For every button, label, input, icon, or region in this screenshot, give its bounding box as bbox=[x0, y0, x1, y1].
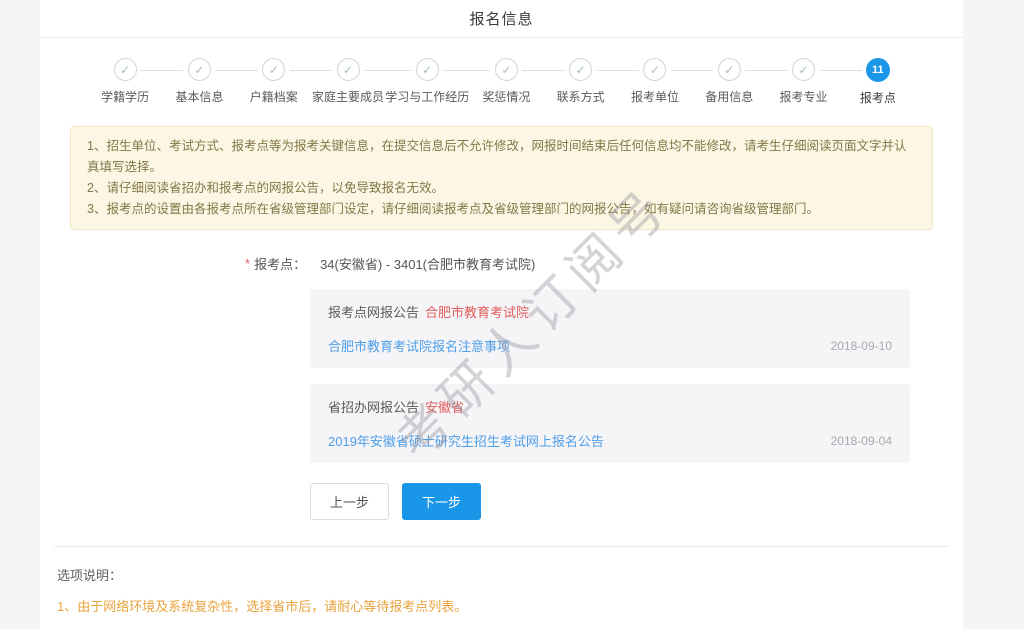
announcement-header: 报考点网报公告 合肥市教育考试院 bbox=[328, 302, 892, 321]
announcement-date: 2018-09-04 bbox=[830, 433, 892, 448]
wizard-stepper: ✓ 学籍学历 ✓ 基本信息 ✓ 户籍档案 ✓ 家庭主要成员 ✓ 学习与工作经历 … bbox=[40, 38, 963, 106]
check-icon: ✓ bbox=[643, 58, 667, 81]
step-student-status[interactable]: ✓ 学籍学历 bbox=[88, 58, 163, 106]
announcement-title: 省招办网报公告 bbox=[328, 400, 420, 415]
required-asterisk: * bbox=[245, 256, 251, 271]
notice-line: 3、报考点的设置由各报考点所在省级管理部门设定，请仔细阅读报考点及省级管理部门的… bbox=[87, 202, 819, 216]
step-basic-info[interactable]: ✓ 基本信息 bbox=[162, 58, 237, 106]
left-gutter bbox=[0, 0, 40, 629]
check-icon: ✓ bbox=[113, 58, 137, 81]
step-rewards[interactable]: ✓ 奖惩情况 bbox=[469, 58, 544, 106]
check-icon: ✓ bbox=[336, 58, 360, 81]
step-label: 报考单位 bbox=[630, 90, 679, 104]
announcement-title: 报考点网报公告 bbox=[328, 305, 420, 320]
step-label: 报考专业 bbox=[779, 90, 828, 104]
announcement-link[interactable]: 合肥市教育考试院报名注意事项 bbox=[328, 336, 510, 355]
step-family-members[interactable]: ✓ 家庭主要成员 bbox=[310, 58, 386, 106]
check-icon: ✓ bbox=[262, 58, 286, 81]
step-label: 家庭主要成员 bbox=[312, 90, 385, 104]
step-target-major[interactable]: ✓ 报考专业 bbox=[766, 58, 841, 106]
step-label: 基本信息 bbox=[175, 90, 224, 104]
step-household[interactable]: ✓ 户籍档案 bbox=[236, 58, 312, 106]
check-icon: ✓ bbox=[494, 58, 518, 81]
exam-site-announcement-card: 报考点网报公告 合肥市教育考试院 合肥市教育考试院报名注意事项 2018-09-1… bbox=[310, 289, 910, 368]
options-item: 1、由于网络环境及系统复杂性，选择省市后，请耐心等待报考点列表。 bbox=[57, 599, 468, 614]
exam-site-value: 34(安徽省) - 3401(合肥市教育考试院) bbox=[320, 257, 536, 272]
wizard-buttons: 上一步 下一步 bbox=[310, 483, 963, 520]
check-icon: ✓ bbox=[415, 58, 439, 81]
step-contact[interactable]: ✓ 联系方式 bbox=[543, 58, 619, 106]
step-label: 联系方式 bbox=[556, 90, 605, 104]
page-header: 报名信息 bbox=[40, 0, 963, 38]
check-icon: ✓ bbox=[187, 58, 211, 81]
step-label: 户籍档案 bbox=[249, 90, 298, 104]
options-explanation: 选项说明： 1、由于网络环境及系统复杂性，选择省市后，请耐心等待报考点列表。 2… bbox=[40, 547, 963, 629]
notice-line: 2、请仔细阅读省招办和报考点的网报公告，以免导致报名无效。 bbox=[87, 181, 444, 195]
step-label: 报考点 bbox=[859, 91, 896, 105]
step-label: 学习与工作经历 bbox=[385, 90, 470, 104]
previous-step-button[interactable]: 上一步 bbox=[310, 483, 390, 520]
notice-box: 1、招生单位、考试方式、报考点等为报考关键信息，在提交信息后不允许修改，网报时间… bbox=[70, 126, 933, 230]
step-number-badge: 11 bbox=[865, 58, 890, 82]
right-gutter bbox=[963, 0, 1024, 629]
step-label: 奖惩情况 bbox=[482, 90, 531, 104]
provincial-announcement-card: 省招办网报公告 安徽省 2019年安徽省硕士研究生招生考试网上报名公告 2018-… bbox=[310, 384, 910, 463]
step-backup-info[interactable]: ✓ 备用信息 bbox=[692, 58, 767, 106]
step-study-work[interactable]: ✓ 学习与工作经历 bbox=[385, 58, 470, 106]
step-exam-site-active[interactable]: 11 报考点 bbox=[840, 58, 915, 106]
step-label: 备用信息 bbox=[705, 90, 754, 104]
step-label: 学籍学历 bbox=[101, 90, 150, 104]
exam-site-label: 报考点： bbox=[254, 257, 307, 272]
notice-line: 1、招生单位、考试方式、报考点等为报考关键信息，在提交信息后不允许修改，网报时间… bbox=[87, 139, 907, 174]
check-icon: ✓ bbox=[569, 58, 593, 81]
check-icon: ✓ bbox=[717, 58, 741, 81]
announcement-header: 省招办网报公告 安徽省 bbox=[328, 397, 892, 416]
page-title: 报名信息 bbox=[469, 11, 534, 28]
options-heading: 选项说明： bbox=[57, 568, 123, 583]
next-step-button[interactable]: 下一步 bbox=[402, 483, 482, 520]
exam-site-field: * 报考点： 34(安徽省) - 3401(合肥市教育考试院) bbox=[245, 254, 963, 273]
step-target-unit[interactable]: ✓ 报考单位 bbox=[617, 58, 693, 106]
announcement-org: 合肥市教育考试院 bbox=[425, 305, 530, 320]
announcement-date: 2018-09-10 bbox=[830, 338, 892, 353]
registration-info-page: 报名信息 ✓ 学籍学历 ✓ 基本信息 ✓ 户籍档案 ✓ 家庭主要成员 ✓ 学习与… bbox=[40, 0, 963, 629]
check-icon: ✓ bbox=[792, 58, 816, 81]
announcement-link[interactable]: 2019年安徽省硕士研究生招生考试网上报名公告 bbox=[328, 431, 604, 450]
announcement-org: 安徽省 bbox=[425, 400, 465, 415]
